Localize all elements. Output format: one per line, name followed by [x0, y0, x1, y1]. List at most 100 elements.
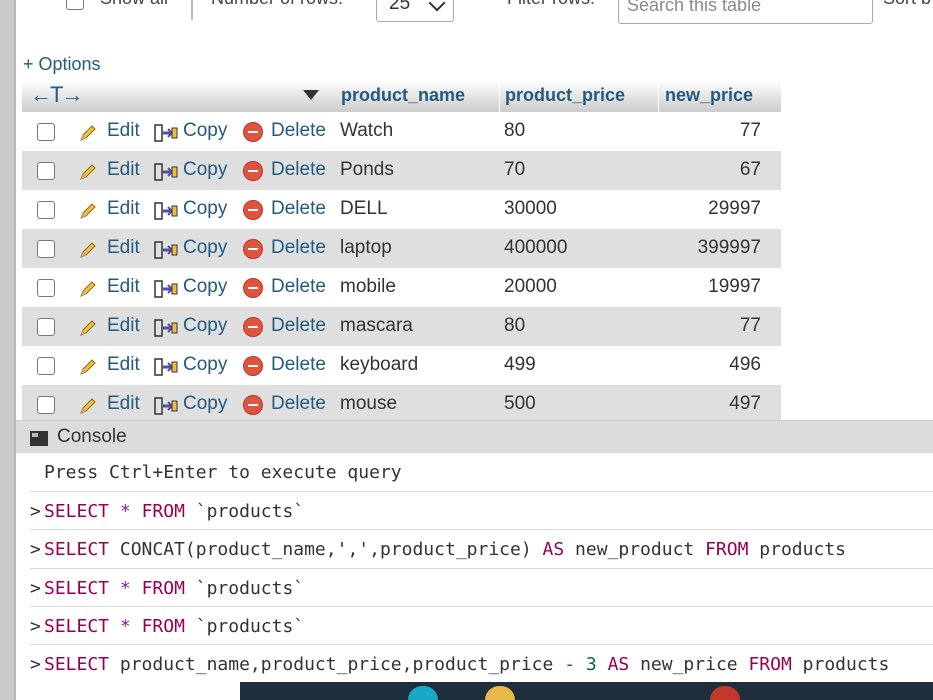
table-row: Edit Copy Delete mascara 80 77 [22, 307, 781, 346]
edit-link[interactable]: Edit [107, 120, 140, 142]
copy-link[interactable]: Copy [183, 198, 227, 220]
row-checkbox[interactable] [37, 318, 55, 336]
delete-icon[interactable] [243, 161, 263, 181]
delete-icon[interactable] [243, 356, 263, 376]
cell-new-price: 77 [739, 120, 761, 141]
edit-link[interactable]: Edit [107, 315, 140, 337]
column-header-product-name[interactable]: product_name [341, 85, 465, 106]
pencil-icon[interactable] [79, 280, 97, 298]
cell-new-price: 399997 [697, 237, 761, 258]
table-header: ←T→ product_name product_price new_price [22, 80, 781, 112]
delete-link[interactable]: Delete [271, 120, 326, 142]
sort-label: Sort b [883, 0, 931, 9]
results-table: ←T→ product_name product_price new_price… [22, 80, 781, 424]
cell-product-price: 500 [504, 393, 536, 414]
delete-link[interactable]: Delete [271, 198, 326, 220]
pencil-icon[interactable] [79, 241, 97, 259]
cell-product-name: mobile [340, 276, 396, 297]
filter-rows-input[interactable]: Search this table [618, 0, 873, 24]
console-hint: Press Ctrl+Enter to execute query [44, 462, 402, 483]
row-checkbox[interactable] [37, 279, 55, 297]
table-controls: Show all Number of rows: 25 Filter rows:… [16, 0, 933, 30]
copy-link[interactable]: Copy [183, 315, 227, 337]
edit-link[interactable]: Edit [107, 159, 140, 181]
copy-icon[interactable] [154, 396, 178, 416]
table-body: Edit Copy Delete Watch 80 77 Edit Copy Delete Pon… [22, 112, 781, 424]
row-checkbox[interactable] [37, 201, 55, 219]
delete-link[interactable]: Delete [271, 159, 326, 181]
delete-icon[interactable] [243, 395, 263, 415]
copy-icon[interactable] [154, 240, 178, 260]
delete-link[interactable]: Delete [271, 354, 326, 376]
edit-link[interactable]: Edit [107, 237, 140, 259]
edit-link[interactable]: Edit [107, 393, 140, 415]
table-row: Edit Copy Delete mobile 20000 19997 [22, 268, 781, 307]
console-query-line[interactable]: > SELECT product_name,product_price,produ… [30, 644, 933, 683]
cell-product-price: 499 [504, 354, 536, 375]
console-prompt: > [30, 501, 41, 522]
pencil-icon[interactable] [79, 358, 97, 376]
copy-link[interactable]: Copy [183, 393, 227, 415]
taskbar-app-icon[interactable] [408, 686, 438, 700]
pencil-icon[interactable] [79, 397, 97, 415]
rows-per-page-select[interactable]: 25 [376, 0, 454, 22]
edit-link[interactable]: Edit [107, 198, 140, 220]
header-divider [499, 80, 500, 112]
console-prompt: > [30, 577, 41, 599]
console-query-line[interactable]: > SELECT * FROM `products` [30, 491, 933, 530]
row-checkbox[interactable] [37, 162, 55, 180]
copy-icon[interactable] [154, 123, 178, 143]
copy-icon[interactable] [154, 201, 178, 221]
copy-link[interactable]: Copy [183, 354, 227, 376]
copy-link[interactable]: Copy [183, 159, 227, 181]
options-link[interactable]: + Options [23, 54, 101, 75]
sort-arrow-icon[interactable] [303, 90, 319, 100]
console-prompt: > [30, 615, 41, 637]
row-checkbox[interactable] [37, 240, 55, 258]
delete-icon[interactable] [243, 122, 263, 142]
filter-placeholder: Search this table [627, 0, 762, 15]
show-all-checkbox[interactable] [66, 0, 84, 10]
row-checkbox[interactable] [37, 123, 55, 141]
edit-link[interactable]: Edit [107, 276, 140, 298]
table-row: Edit Copy Delete keyboard 499 496 [22, 346, 781, 385]
copy-icon[interactable] [154, 162, 178, 182]
copy-link[interactable]: Copy [183, 276, 227, 298]
pencil-icon[interactable] [79, 202, 97, 220]
console-query-line[interactable]: > SELECT * FROM `products` [30, 567, 933, 607]
copy-link[interactable]: Copy [183, 237, 227, 259]
copy-icon[interactable] [154, 318, 178, 338]
console-query-text: SELECT * FROM `products` [44, 501, 305, 522]
row-checkbox[interactable] [37, 357, 55, 375]
column-header-new-price[interactable]: new_price [665, 85, 753, 106]
show-all-label: Show all [100, 0, 168, 9]
console-header[interactable]: Console [16, 420, 933, 453]
console-query-line[interactable]: > SELECT CONCAT(product_name,',',product_… [30, 529, 933, 568]
edit-link[interactable]: Edit [107, 354, 140, 376]
delete-icon[interactable] [243, 278, 263, 298]
cell-product-name: laptop [340, 237, 392, 258]
table-row: Edit Copy Delete mouse 500 497 [22, 385, 781, 424]
delete-icon[interactable] [243, 317, 263, 337]
delete-icon[interactable] [243, 239, 263, 259]
copy-icon[interactable] [154, 279, 178, 299]
column-header-product-price[interactable]: product_price [505, 85, 625, 106]
delete-link[interactable]: Delete [271, 315, 326, 337]
pencil-icon[interactable] [79, 163, 97, 181]
pencil-icon[interactable] [79, 319, 97, 337]
row-checkbox[interactable] [37, 396, 55, 414]
cell-product-name: Ponds [340, 159, 394, 180]
chevron-down-icon [428, 0, 446, 12]
console-query-line[interactable]: > SELECT * FROM `products` [30, 605, 933, 645]
column-resize-arrows-icon[interactable]: ←T→ [30, 82, 83, 108]
delete-link[interactable]: Delete [271, 276, 326, 298]
cell-product-price: 70 [504, 159, 526, 180]
copy-link[interactable]: Copy [183, 120, 227, 142]
delete-link[interactable]: Delete [271, 393, 326, 415]
taskbar-browser-icon[interactable] [710, 686, 740, 700]
delete-icon[interactable] [243, 200, 263, 220]
pencil-icon[interactable] [79, 124, 97, 142]
taskbar-folder-icon[interactable] [485, 686, 515, 700]
copy-icon[interactable] [154, 357, 178, 377]
delete-link[interactable]: Delete [271, 237, 326, 259]
